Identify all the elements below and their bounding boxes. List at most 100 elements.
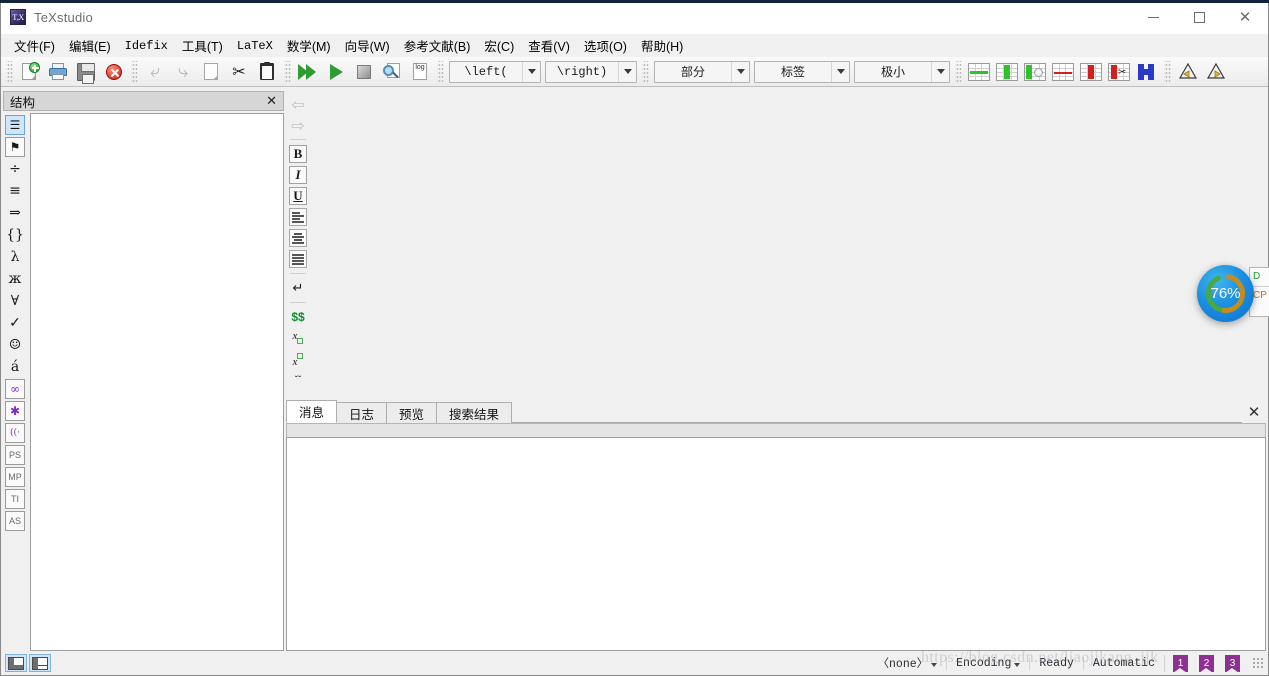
fontsize-combo[interactable]: 极小 (854, 60, 950, 83)
menu-edit[interactable]: 编辑(E) (62, 34, 118, 57)
sidebar-delimiters-icon[interactable]: ((· (5, 423, 25, 443)
sidebar-greek-lambda-icon[interactable]: λ (5, 247, 25, 267)
sidebar-metapost-icon[interactable]: MP (5, 467, 25, 487)
tab-log[interactable]: 日志 (336, 402, 388, 423)
editor-canvas[interactable] (310, 91, 1266, 399)
sidebar-structure-icon[interactable]: ☰ (5, 115, 25, 135)
sidebar-braces-icon[interactable]: {} (5, 225, 25, 245)
sidebar-checkmark-icon[interactable]: ✓ (5, 313, 25, 333)
remove-column-button[interactable] (1078, 59, 1104, 85)
sidebar-asterisk-icon[interactable]: ✱ (5, 401, 25, 421)
sidebar-infinity-icon[interactable]: ∞ (5, 379, 25, 399)
align-right-button[interactable] (289, 250, 307, 268)
left-bracket-combo[interactable]: \left( (449, 60, 541, 83)
view-pdf-button[interactable] (379, 59, 405, 85)
message-output-panel[interactable] (286, 437, 1266, 651)
right-bracket-combo[interactable]: \right) (545, 60, 637, 83)
align-left-button[interactable] (289, 208, 307, 226)
redo-button[interactable]: ⤷ (170, 59, 196, 85)
underline-button[interactable]: U (289, 187, 307, 205)
tab-messages[interactable]: 消息 (286, 400, 338, 423)
toolbar-grip-4[interactable] (437, 60, 444, 83)
chevron-down-icon[interactable] (731, 61, 749, 82)
more-symbols-button[interactable]: ˇˇ (289, 371, 307, 389)
status-encoding[interactable]: Encoding (946, 656, 1029, 670)
paste-button[interactable] (254, 59, 280, 85)
message-dock-close-icon[interactable]: ✕ (1242, 403, 1266, 423)
undo-button[interactable]: ⤶ (142, 59, 168, 85)
bookmark-2[interactable]: 2 (1199, 654, 1214, 673)
menu-help[interactable]: 帮助(H) (634, 34, 690, 57)
sidebar-bookmarks-icon[interactable]: ⚑ (5, 137, 25, 157)
sidebar-asymptote-icon[interactable]: AS (5, 511, 25, 531)
bookmark-3[interactable]: 3 (1225, 654, 1240, 673)
menu-file[interactable]: 文件(F) (7, 34, 62, 57)
tab-preview[interactable]: 预览 (386, 402, 438, 423)
new-document-button[interactable] (17, 59, 43, 85)
close-document-button[interactable] (101, 59, 127, 85)
menu-latex[interactable]: LaTeX (230, 37, 280, 55)
section-combo[interactable]: 部分 (654, 60, 750, 83)
editor-back-icon[interactable]: ⇦ (289, 95, 307, 114)
newline-button[interactable]: ↵ (289, 279, 307, 297)
structure-tree-panel[interactable] (30, 113, 284, 651)
minimize-button[interactable] (1130, 1, 1176, 34)
menu-tools[interactable]: 工具(T) (175, 34, 230, 57)
build-and-view-button[interactable] (295, 59, 321, 85)
toolbar-grip-6[interactable] (955, 60, 962, 83)
print-button[interactable] (45, 59, 71, 85)
bold-button[interactable]: B (289, 145, 307, 163)
maximize-button[interactable] (1176, 1, 1222, 34)
resize-grip[interactable] (1252, 657, 1264, 669)
toolbar-grip-7[interactable] (1164, 60, 1171, 83)
sidebar-smiley-icon[interactable]: ☺ (5, 335, 25, 355)
chevron-down-icon[interactable] (831, 61, 849, 82)
insert-column-button[interactable] (994, 59, 1020, 85)
toolbar-grip-5[interactable] (642, 60, 649, 83)
sidebar-accents-icon[interactable]: á (5, 357, 25, 377)
menu-options[interactable]: 选项(O) (577, 34, 634, 57)
menu-macros[interactable]: 宏(C) (477, 34, 521, 57)
sidebar-arrows-icon[interactable]: ⇒ (5, 203, 25, 223)
view-log-button[interactable]: log (407, 59, 433, 85)
toolbar-grip[interactable] (6, 60, 13, 83)
sidebar-equation-icon[interactable]: ≡ (5, 181, 25, 201)
menu-bibliography[interactable]: 参考文献(B) (397, 34, 478, 57)
bookmark-1[interactable]: 1 (1173, 654, 1188, 673)
status-cursor-position[interactable]: 〈none〉 (869, 655, 947, 671)
cut-button[interactable]: ✂ (226, 59, 252, 85)
toggle-structure-view-button[interactable] (5, 654, 27, 672)
menu-view[interactable]: 查看(V) (521, 34, 577, 57)
close-button[interactable]: ✕ (1222, 1, 1268, 34)
add-column-button[interactable] (1022, 59, 1048, 85)
superscript-button[interactable]: x (289, 350, 307, 368)
paste-column-button[interactable] (1134, 59, 1160, 85)
inline-math-button[interactable]: $$ (289, 308, 307, 326)
chevron-down-icon[interactable] (931, 61, 949, 82)
tab-search-results[interactable]: 搜索结果 (436, 402, 513, 423)
save-button[interactable] (73, 59, 99, 85)
menu-idefix[interactable]: Idefix (118, 37, 175, 55)
italic-button[interactable]: I (289, 166, 307, 184)
menu-wizards[interactable]: 向导(W) (338, 34, 397, 57)
align-center-button[interactable] (289, 229, 307, 247)
insert-row-button[interactable] (966, 59, 992, 85)
remove-row-button[interactable] (1050, 59, 1076, 85)
next-difference-button[interactable] (1203, 59, 1229, 85)
compile-button[interactable] (323, 59, 349, 85)
editor-forward-icon[interactable]: ⇨ (289, 116, 307, 135)
previous-difference-button[interactable] (1175, 59, 1201, 85)
sidebar-fraction-icon[interactable]: ÷ (5, 159, 25, 179)
structure-dock-close-icon[interactable]: ✕ (266, 95, 277, 108)
stop-button[interactable] (351, 59, 377, 85)
chevron-down-icon[interactable] (522, 61, 540, 82)
sidebar-postscript-icon[interactable]: PS (5, 445, 25, 465)
subscript-button[interactable]: x (289, 329, 307, 347)
menu-math[interactable]: 数学(M) (280, 34, 338, 57)
toolbar-grip-3[interactable] (284, 60, 291, 83)
label-combo[interactable]: 标签 (754, 60, 850, 83)
sidebar-cyrillic-icon[interactable]: ж (5, 269, 25, 289)
sidebar-tikz-icon[interactable]: TI (5, 489, 25, 509)
toggle-message-view-button[interactable] (29, 654, 51, 672)
cut-column-button[interactable]: ✂ (1106, 59, 1132, 85)
